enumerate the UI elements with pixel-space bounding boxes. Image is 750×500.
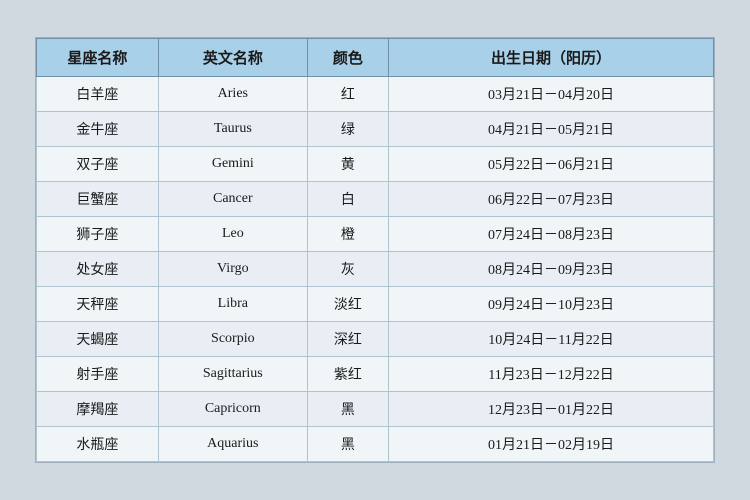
table-row: 天秤座Libra淡红09月24日－10月23日 <box>37 287 714 322</box>
cell-en-name: Cancer <box>158 182 307 217</box>
cell-en-name: Leo <box>158 217 307 252</box>
cell-color: 深红 <box>307 322 388 357</box>
cell-en-name: Sagittarius <box>158 357 307 392</box>
table-header-row: 星座名称 英文名称 颜色 出生日期（阳历） <box>37 39 714 77</box>
table-row: 天蝎座Scorpio深红10月24日－11月22日 <box>37 322 714 357</box>
cell-en-name: Virgo <box>158 252 307 287</box>
cell-color: 紫红 <box>307 357 388 392</box>
cell-zh-name: 天秤座 <box>37 287 159 322</box>
cell-color: 黑 <box>307 427 388 462</box>
table-row: 白羊座Aries红03月21日－04月20日 <box>37 77 714 112</box>
table-row: 狮子座Leo橙07月24日－08月23日 <box>37 217 714 252</box>
cell-en-name: Scorpio <box>158 322 307 357</box>
cell-zh-name: 摩羯座 <box>37 392 159 427</box>
cell-date: 05月22日－06月21日 <box>389 147 714 182</box>
header-zh-name: 星座名称 <box>37 39 159 77</box>
cell-date: 07月24日－08月23日 <box>389 217 714 252</box>
table-row: 射手座Sagittarius紫红11月23日－12月22日 <box>37 357 714 392</box>
cell-date: 08月24日－09月23日 <box>389 252 714 287</box>
cell-color: 红 <box>307 77 388 112</box>
cell-date: 04月21日－05月21日 <box>389 112 714 147</box>
cell-en-name: Gemini <box>158 147 307 182</box>
cell-zh-name: 狮子座 <box>37 217 159 252</box>
cell-en-name: Aquarius <box>158 427 307 462</box>
cell-color: 灰 <box>307 252 388 287</box>
cell-color: 黄 <box>307 147 388 182</box>
table-row: 巨蟹座Cancer白06月22日－07月23日 <box>37 182 714 217</box>
cell-zh-name: 处女座 <box>37 252 159 287</box>
cell-date: 12月23日－01月22日 <box>389 392 714 427</box>
cell-date: 09月24日－10月23日 <box>389 287 714 322</box>
cell-date: 06月22日－07月23日 <box>389 182 714 217</box>
header-color: 颜色 <box>307 39 388 77</box>
header-date: 出生日期（阳历） <box>389 39 714 77</box>
cell-date: 10月24日－11月22日 <box>389 322 714 357</box>
cell-zh-name: 白羊座 <box>37 77 159 112</box>
cell-zh-name: 金牛座 <box>37 112 159 147</box>
cell-date: 01月21日－02月19日 <box>389 427 714 462</box>
cell-en-name: Taurus <box>158 112 307 147</box>
cell-zh-name: 巨蟹座 <box>37 182 159 217</box>
cell-zh-name: 水瓶座 <box>37 427 159 462</box>
header-en-name: 英文名称 <box>158 39 307 77</box>
cell-color: 黑 <box>307 392 388 427</box>
cell-color: 绿 <box>307 112 388 147</box>
cell-zh-name: 天蝎座 <box>37 322 159 357</box>
cell-color: 淡红 <box>307 287 388 322</box>
cell-en-name: Libra <box>158 287 307 322</box>
zodiac-table-container: 星座名称 英文名称 颜色 出生日期（阳历） 白羊座Aries红03月21日－04… <box>35 37 715 463</box>
cell-color: 白 <box>307 182 388 217</box>
table-row: 双子座Gemini黄05月22日－06月21日 <box>37 147 714 182</box>
table-row: 处女座Virgo灰08月24日－09月23日 <box>37 252 714 287</box>
cell-date: 11月23日－12月22日 <box>389 357 714 392</box>
table-row: 水瓶座Aquarius黑01月21日－02月19日 <box>37 427 714 462</box>
table-row: 金牛座Taurus绿04月21日－05月21日 <box>37 112 714 147</box>
cell-zh-name: 双子座 <box>37 147 159 182</box>
cell-en-name: Aries <box>158 77 307 112</box>
table-row: 摩羯座Capricorn黑12月23日－01月22日 <box>37 392 714 427</box>
cell-color: 橙 <box>307 217 388 252</box>
zodiac-table: 星座名称 英文名称 颜色 出生日期（阳历） 白羊座Aries红03月21日－04… <box>36 38 714 462</box>
cell-en-name: Capricorn <box>158 392 307 427</box>
cell-zh-name: 射手座 <box>37 357 159 392</box>
cell-date: 03月21日－04月20日 <box>389 77 714 112</box>
